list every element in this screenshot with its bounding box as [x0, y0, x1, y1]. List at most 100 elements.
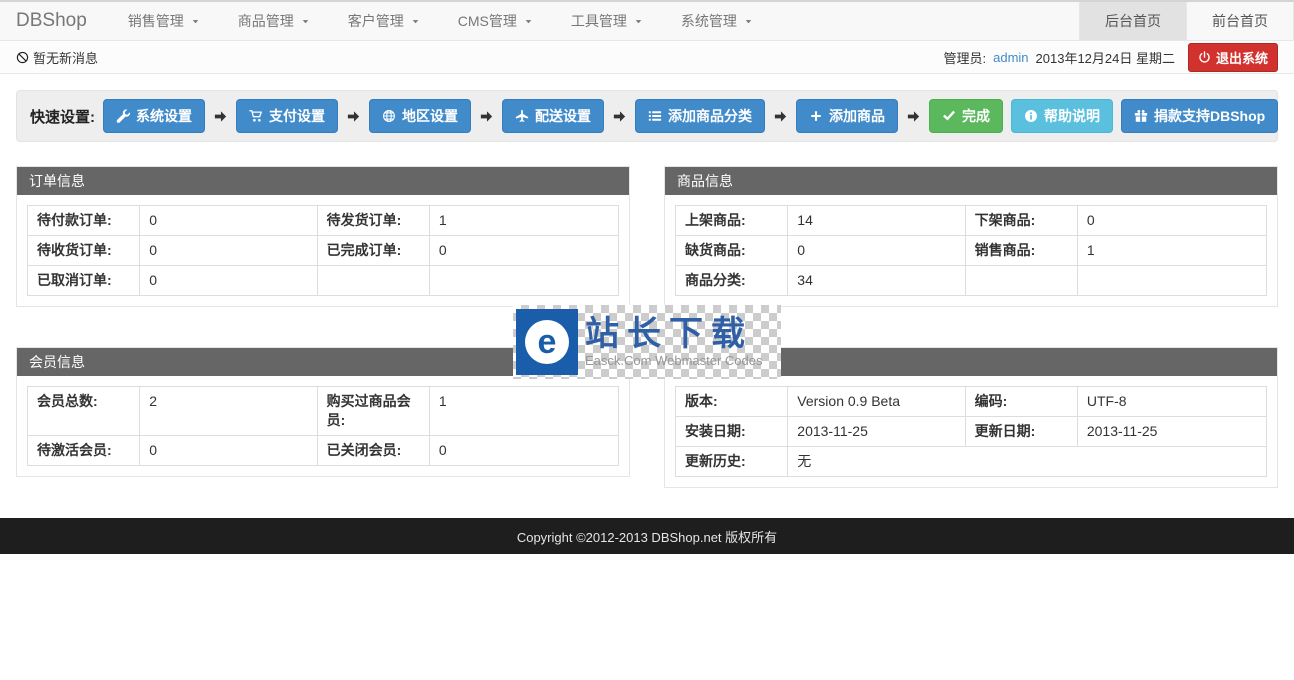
gift-icon: [1134, 109, 1148, 123]
tab-frontend-home[interactable]: 前台首页: [1186, 2, 1294, 40]
label-cell: 下架商品:: [965, 206, 1077, 236]
nav-menu-tools[interactable]: 工具管理: [552, 2, 662, 40]
finish-button[interactable]: 完成: [929, 99, 1003, 133]
value-cell: 0: [140, 236, 317, 266]
nav-menu-sales[interactable]: 销售管理: [109, 2, 219, 40]
quick-settings-bar: 快速设置: 系统设置 支付设置地区设置 配送设置 添加商品分类 添加商品 完成 帮助说明 捐款…: [16, 90, 1278, 142]
status-message-text: 暂无新消息: [33, 48, 98, 67]
nav-menu-label: 商品管理: [238, 11, 294, 31]
watermark-text: 站长下载 Easck.Com Webmaster Codes: [578, 316, 763, 368]
slash-circle-icon: [16, 51, 29, 64]
admin-username-link[interactable]: admin: [993, 50, 1028, 65]
value-cell: 1: [1077, 236, 1266, 266]
label-cell: 商品分类:: [676, 266, 788, 296]
label-cell: 上架商品:: [676, 206, 788, 236]
watermark-logo-icon: e: [516, 309, 578, 375]
wrench-icon: [116, 109, 130, 123]
table-row: 缺货商品:0销售商品:1: [676, 236, 1267, 266]
table-row: 商品分类:34: [676, 266, 1267, 296]
help-button-label: 帮助说明: [1044, 106, 1100, 126]
label-cell: 安装日期:: [676, 417, 788, 447]
arrow-right-icon: [346, 109, 361, 124]
status-message: 暂无新消息: [16, 48, 98, 67]
panel-orders-body: 待付款订单:0待发货订单:1待收货订单:0已完成订单:0已取消订单:0: [17, 195, 629, 306]
info-table: 待付款订单:0待发货订单:1待收货订单:0已完成订单:0已取消订单:0: [27, 205, 619, 296]
label-cell: 编码:: [965, 387, 1077, 417]
add-product-button[interactable]: 添加商品: [796, 99, 898, 133]
info-table: 版本:Version 0.9 Beta编码:UTF-8安装日期: 2013-11-…: [675, 386, 1267, 477]
label-cell: 销售商品:: [965, 236, 1077, 266]
panel-products-body: 上架商品:14下架商品:0缺货商品:0销售商品:1商品分类:34: [665, 195, 1277, 306]
nav-menu-cms[interactable]: CMS管理: [439, 2, 552, 40]
panel-members-body: 会员总数:2购买过商品会员:1待激活会员:0已关闭会员:0: [17, 376, 629, 476]
label-cell: 待发货订单:: [317, 206, 429, 236]
panel-system-body: 版本:Version 0.9 Beta编码:UTF-8安装日期: 2013-11-…: [665, 376, 1277, 487]
nav-menu-label: 工具管理: [571, 11, 627, 31]
arrow-right-icon: [213, 109, 228, 124]
finish-button-label: 完成: [962, 106, 990, 126]
shipping-settings-button[interactable]: 配送设置: [502, 99, 604, 133]
tab-backend-home[interactable]: 后台首页: [1079, 2, 1186, 40]
panel-orders: 订单信息待付款订单:0待发货订单:1待收货订单:0已完成订单:0已取消订单:0: [16, 166, 630, 307]
nav-menu-system[interactable]: 系统管理: [662, 2, 772, 40]
system-settings-button-label: 系统设置: [136, 106, 192, 126]
label-cell: 版本:: [676, 387, 788, 417]
label-cell: 缺货商品:: [676, 236, 788, 266]
donate-button[interactable]: 捐款支持DBShop: [1121, 99, 1278, 133]
table-row: 已取消订单:0: [28, 266, 619, 296]
value-cell: Version 0.9 Beta: [788, 387, 965, 417]
caret-down-icon: [524, 17, 533, 26]
nav-menu-label: 客户管理: [348, 11, 404, 31]
value-cell: 1: [429, 387, 618, 436]
info-icon: [1024, 109, 1038, 123]
cart-icon: [249, 109, 263, 123]
region-settings-button[interactable]: 地区设置: [369, 99, 471, 133]
label-cell: 购买过商品会员:: [317, 387, 429, 436]
value-cell: 0: [140, 436, 317, 466]
label-cell: 待收货订单:: [28, 236, 140, 266]
nav-menus: 销售管理 商品管理 客户管理 CMS管理 工具管理 系统管理: [109, 2, 772, 40]
quick-settings-label: 快速设置:: [30, 106, 95, 127]
watermark: e 站长下载 Easck.Com Webmaster Codes: [513, 305, 781, 379]
main-content: 快速设置: 系统设置 支付设置地区设置 配送设置 添加商品分类 添加商品 完成 帮助说明 捐款…: [0, 74, 1294, 504]
add-category-button[interactable]: 添加商品分类: [635, 99, 765, 133]
nav-menu-label: CMS管理: [458, 11, 517, 31]
label-cell: 待付款订单:: [28, 206, 140, 236]
payment-settings-button[interactable]: 支付设置: [236, 99, 338, 133]
plane-icon: [515, 109, 529, 123]
watermark-title: 站长下载: [585, 316, 763, 353]
label-cell: 更新日期:: [965, 417, 1077, 447]
value-cell: 无: [788, 447, 1267, 477]
top-navbar: DBShop 销售管理 商品管理 客户管理 CMS管理 工具管理 系统管理 后台首页前台首…: [0, 0, 1294, 41]
value-cell: 2013-11-25: [1077, 417, 1266, 447]
system-settings-button[interactable]: 系统设置: [103, 99, 205, 133]
label-cell: 已取消订单:: [28, 266, 140, 296]
info-table: 上架商品:14下架商品:0缺货商品:0销售商品:1商品分类:34: [675, 205, 1267, 296]
nav-menu-customer[interactable]: 客户管理: [329, 2, 439, 40]
table-row: 会员总数:2购买过商品会员:1: [28, 387, 619, 436]
watermark-logo-letter: e: [538, 325, 557, 359]
label-cell: [317, 266, 429, 296]
plus-icon: [809, 109, 823, 123]
table-row: 上架商品:14下架商品:0: [676, 206, 1267, 236]
logout-button[interactable]: 退出系统: [1188, 43, 1278, 72]
help-button[interactable]: 帮助说明: [1011, 99, 1113, 133]
value-cell: 0: [429, 236, 618, 266]
nav-menu-goods[interactable]: 商品管理: [219, 2, 329, 40]
nav-menu-label: 销售管理: [128, 11, 184, 31]
value-cell: [429, 266, 618, 296]
nav-tabs: 后台首页前台首页: [1079, 2, 1294, 40]
brand-logo[interactable]: DBShop: [0, 2, 109, 40]
info-table: 会员总数:2购买过商品会员:1待激活会员:0已关闭会员:0: [27, 386, 619, 466]
label-cell: 已完成订单:: [317, 236, 429, 266]
shipping-settings-button-label: 配送设置: [535, 106, 591, 126]
table-row: 版本:Version 0.9 Beta编码:UTF-8: [676, 387, 1267, 417]
value-cell: 0: [1077, 206, 1266, 236]
footer-bar: Copyright ©2012-2013 DBShop.net 版权所有: [0, 518, 1294, 554]
value-cell: 14: [788, 206, 965, 236]
panel-orders-title: 订单信息: [17, 167, 629, 195]
add-category-button-label: 添加商品分类: [668, 106, 752, 126]
label-cell: 会员总数:: [28, 387, 140, 436]
value-cell: 1: [429, 206, 618, 236]
caret-down-icon: [744, 17, 753, 26]
